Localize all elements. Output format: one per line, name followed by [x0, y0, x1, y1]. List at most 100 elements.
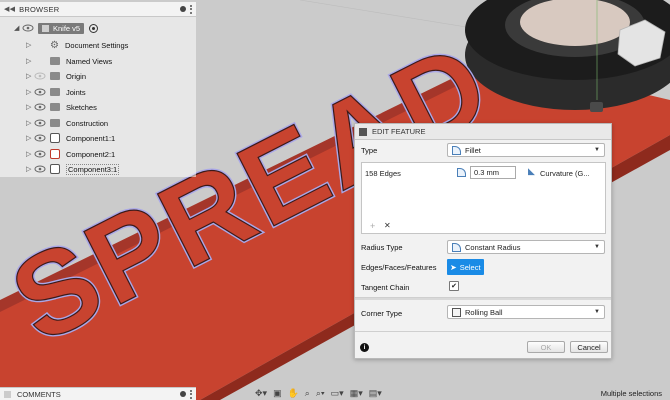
tree-label: Document Settings: [65, 40, 129, 50]
tree-item-origin[interactable]: ▷ Origin: [26, 69, 86, 83]
look-at-icon[interactable]: ▣: [273, 388, 282, 400]
browser-panel: ◀◀ BROWSER ◢ Knife v5 ▷ ⚙ Document Setti…: [0, 2, 196, 177]
zoom-icon[interactable]: ⌕: [305, 388, 310, 400]
expand-right-icon[interactable]: ▷: [26, 41, 34, 49]
radius-type-dropdown[interactable]: Constant Radius ▼: [447, 240, 605, 254]
chevron-down-icon: ▼: [594, 147, 600, 153]
tree-label: Component2:1: [66, 149, 116, 159]
gear-icon: ⚙: [50, 39, 59, 51]
dialog-header[interactable]: EDIT FEATURE: [355, 124, 611, 140]
status-text: Multiple selections: [600, 389, 662, 398]
eye-icon[interactable]: [34, 165, 46, 173]
pan-icon[interactable]: ✋: [288, 388, 299, 400]
component-icon: [50, 164, 60, 174]
expand-right-icon[interactable]: ▷: [26, 103, 34, 111]
document-icon: [42, 24, 49, 32]
display-settings-icon[interactable]: ▭▾: [331, 388, 344, 400]
folder-icon: [50, 103, 60, 111]
select-button[interactable]: ➤ Select: [447, 259, 484, 275]
folder-icon: [50, 119, 60, 127]
folder-icon: [50, 57, 60, 65]
chevron-down-icon: ▼: [594, 309, 600, 315]
expand-right-icon[interactable]: ▷: [26, 150, 34, 158]
handle-inner-face: [520, 0, 630, 46]
cursor-arrow-icon: ➤: [450, 262, 457, 272]
dialog-collapse-icon[interactable]: [359, 127, 367, 136]
pin-icon[interactable]: [180, 6, 186, 12]
eye-hidden-icon[interactable]: [34, 72, 46, 80]
browser-header: ◀◀ BROWSER: [0, 2, 196, 17]
info-icon[interactable]: i: [360, 343, 369, 352]
tangent-chain-label: Tangent Chain: [361, 283, 410, 292]
tree-item-named-views[interactable]: ▷ Named Views: [26, 54, 112, 68]
collapse-icon[interactable]: ◀◀: [4, 5, 15, 13]
component-warning-icon: [50, 149, 60, 159]
tree-item-document-settings[interactable]: ▷ ⚙ Document Settings: [26, 38, 128, 52]
tree-document[interactable]: ◢ Knife v5: [14, 21, 99, 35]
expand-right-icon[interactable]: ▷: [26, 57, 34, 65]
expand-right-icon[interactable]: ▷: [26, 88, 34, 96]
edges-count[interactable]: 158 Edges: [365, 169, 401, 178]
curvature-dropdown[interactable]: Curvature (G...: [540, 169, 590, 178]
eye-icon[interactable]: [34, 150, 46, 158]
tree-label: Sketches: [66, 102, 97, 112]
corner-type-dropdown[interactable]: Rolling Ball ▼: [447, 305, 605, 319]
tree-label: Component3:1: [66, 163, 120, 175]
comments-panel[interactable]: COMMENTS: [0, 387, 196, 400]
tree-item-component1[interactable]: ▷ Component1:1: [26, 131, 115, 145]
component-icon: [50, 133, 60, 143]
radius-input[interactable]: 0.3 mm: [470, 166, 516, 179]
eye-icon[interactable]: [22, 24, 34, 32]
eye-icon[interactable]: [34, 119, 46, 127]
expand-right-icon[interactable]: ▷: [26, 72, 34, 80]
more-icon[interactable]: [190, 389, 192, 399]
browser-title: BROWSER: [19, 4, 60, 14]
type-value: Fillet: [465, 145, 481, 155]
constant-radius-icon: [452, 242, 461, 252]
activate-radio-icon[interactable]: [89, 23, 99, 33]
tree-item-sketches[interactable]: ▷ Sketches: [26, 100, 97, 114]
footer-divider: [355, 331, 611, 332]
tree-item-joints[interactable]: ▷ Joints: [26, 85, 86, 99]
eye-icon[interactable]: [34, 134, 46, 142]
edges-faces-label: Edges/Faces/Features: [361, 263, 437, 272]
fit-icon[interactable]: ⌕▾: [316, 388, 325, 400]
navigation-toolbar: ✥▾ ▣ ✋ ⌕ ⌕▾ ▭▾ ▦▾ ▤▾: [255, 388, 382, 400]
tree-item-component2[interactable]: ▷ Component2:1: [26, 147, 115, 161]
ok-button[interactable]: OK: [527, 341, 565, 353]
edges-selection-box[interactable]: 158 Edges 0.3 mm ◣ Curvature (G... + ✕: [361, 162, 606, 234]
grid-icon[interactable]: ▦▾: [350, 388, 363, 400]
tree-item-construction[interactable]: ▷ Construction: [26, 116, 108, 130]
expand-right-icon[interactable]: ▷: [26, 134, 34, 142]
radius-type-value: Constant Radius: [465, 242, 521, 252]
eye-icon[interactable]: [34, 103, 46, 111]
chevron-down-icon: ▼: [594, 244, 600, 250]
more-icon[interactable]: [190, 4, 192, 14]
viewports-icon[interactable]: ▤▾: [369, 388, 382, 400]
add-icon[interactable]: +: [370, 221, 375, 231]
remove-icon[interactable]: ✕: [384, 221, 391, 230]
pin-icon[interactable]: [180, 391, 186, 397]
corner-type-label: Corner Type: [361, 309, 403, 318]
tree-label: Named Views: [66, 56, 113, 66]
orbit-icon[interactable]: ✥▾: [255, 388, 267, 400]
tree-label: Component1:1: [66, 133, 116, 143]
document-name: Knife v5: [53, 23, 81, 33]
expand-right-icon[interactable]: ▷: [26, 165, 34, 173]
tangent-chain-checkbox[interactable]: ✔: [449, 281, 459, 291]
document-tag[interactable]: Knife v5: [38, 22, 85, 34]
cancel-button[interactable]: Cancel: [570, 341, 608, 353]
tree-item-component3[interactable]: ▷ Component3:1: [26, 162, 120, 176]
type-dropdown[interactable]: Fillet ▼: [447, 143, 605, 157]
comments-icon: [4, 390, 11, 398]
fillet-icon: [452, 145, 461, 155]
rolling-ball-icon: [452, 307, 461, 317]
comments-title: COMMENTS: [17, 389, 61, 399]
tree-label: Joints: [66, 87, 86, 97]
expand-right-icon[interactable]: ▷: [26, 119, 34, 127]
camera-icon[interactable]: [590, 102, 603, 112]
expand-down-icon[interactable]: ◢: [14, 24, 22, 32]
tree-label: Origin: [66, 71, 87, 81]
eye-icon[interactable]: [34, 88, 46, 96]
section-separator: [355, 297, 611, 300]
